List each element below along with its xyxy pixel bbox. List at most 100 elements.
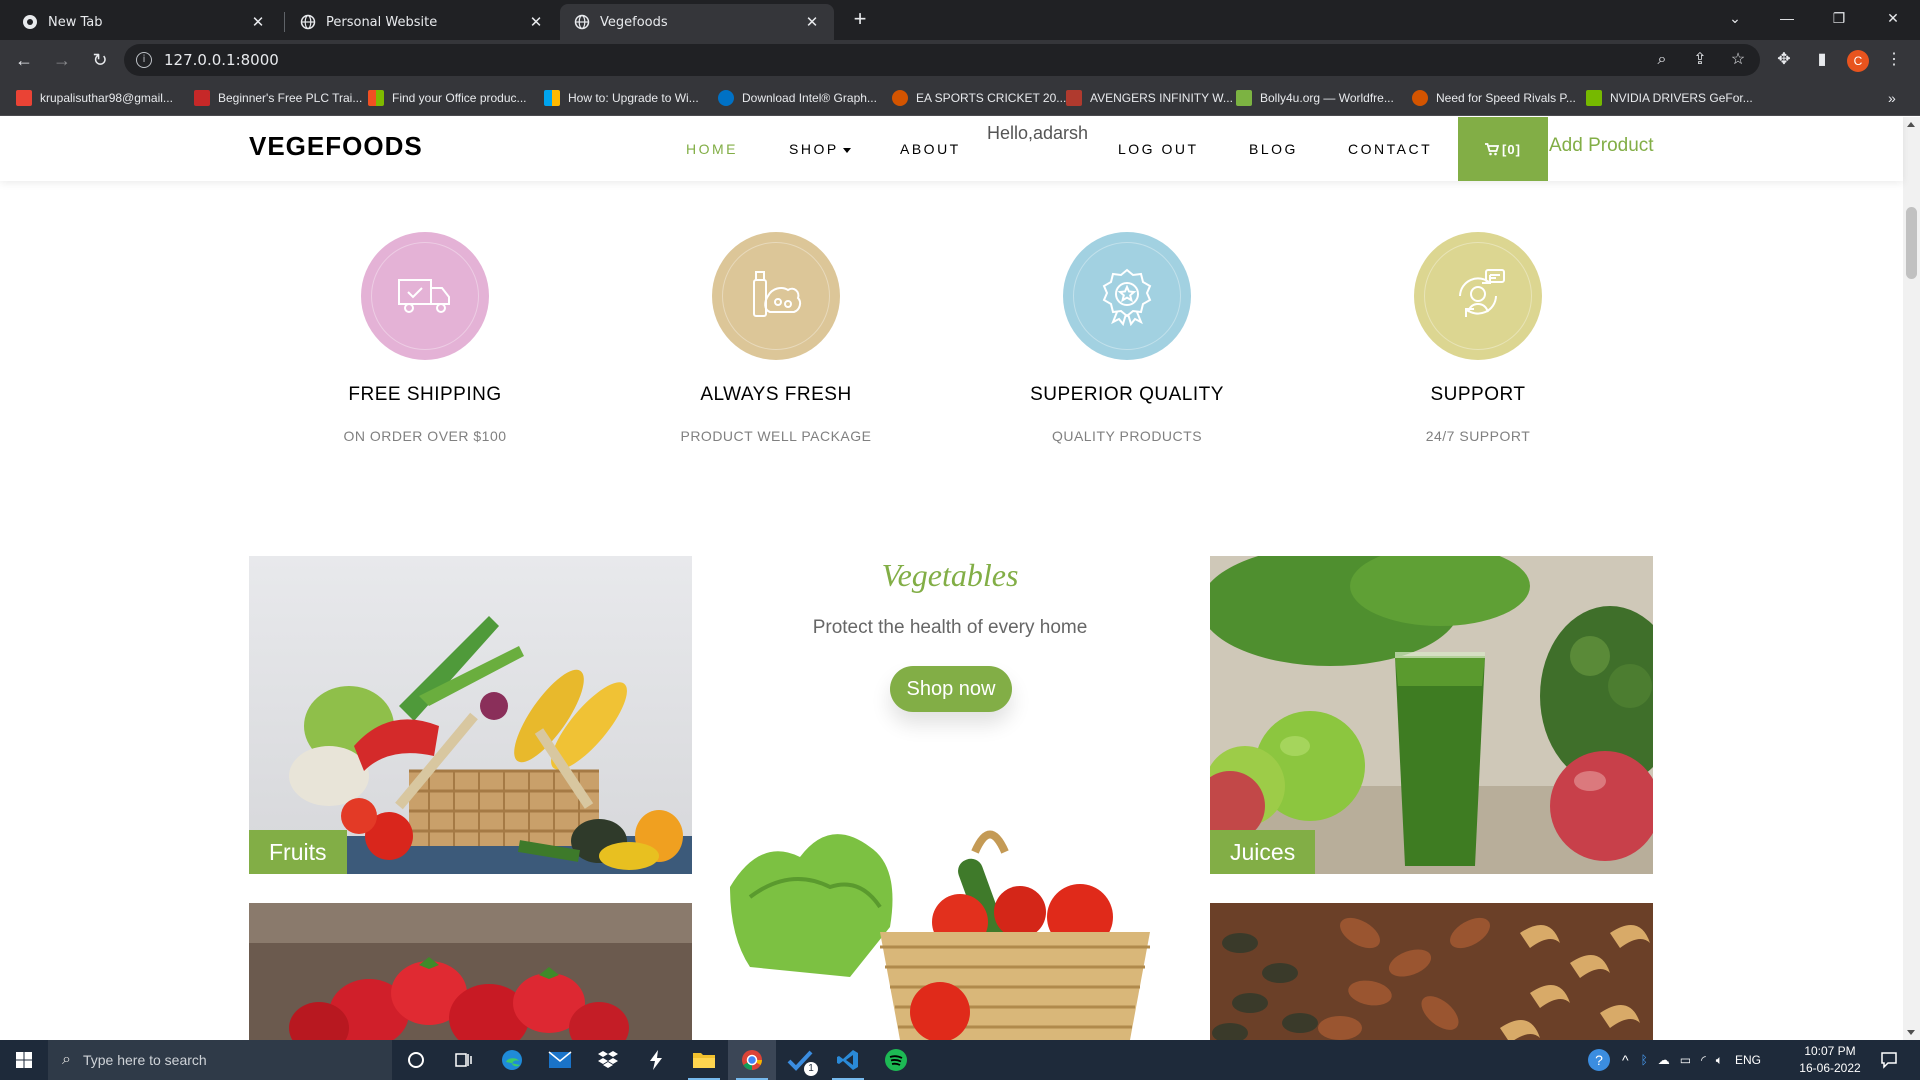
speech-bubble-icon <box>1881 1052 1897 1069</box>
close-icon[interactable]: ✕ <box>250 13 266 31</box>
windows-start-button[interactable] <box>0 1040 48 1080</box>
kebab-menu-icon[interactable]: ⋮ <box>1882 48 1906 72</box>
add-product-link[interactable]: Add Product <box>1549 135 1654 157</box>
notifications-icon[interactable] <box>1880 1040 1898 1080</box>
scroll-down-icon[interactable] <box>1907 1030 1915 1035</box>
tab-title: Vegefoods <box>600 14 668 30</box>
spotify-icon[interactable] <box>872 1040 920 1080</box>
bookmark-office[interactable]: Find your Office produc... <box>368 88 527 108</box>
nav-home[interactable]: HOME <box>686 141 738 157</box>
zoom-icon[interactable]: ⌕ <box>1652 50 1672 70</box>
url-text[interactable]: 127.0.0.1:8000 <box>164 51 279 69</box>
service-icon-circle <box>1414 232 1542 360</box>
service-icon-circle <box>712 232 840 360</box>
bookmark-plc[interactable]: Beginner's Free PLC Trai... <box>194 88 362 108</box>
extensions-puzzle-icon[interactable]: ✥ <box>1772 48 1796 72</box>
shop-now-button[interactable]: Shop now <box>890 666 1012 712</box>
dropbox-logo-icon <box>598 1051 618 1068</box>
bookmark-favicon-icon <box>1066 90 1082 106</box>
task-view-icon[interactable] <box>440 1040 488 1080</box>
scroll-up-icon[interactable] <box>1907 122 1915 127</box>
feature-title: Vegetables <box>881 557 1019 593</box>
todo-icon[interactable]: 1 <box>776 1040 824 1080</box>
reload-icon[interactable]: ↻ <box>88 48 112 72</box>
bookmark-star-icon[interactable]: ☆ <box>1728 50 1748 70</box>
nav-logout[interactable]: LOG OUT <box>1118 141 1199 157</box>
back-arrow-icon[interactable]: ← <box>12 48 36 72</box>
help-icon[interactable]: ? <box>1588 1049 1610 1071</box>
bookmark-favicon-icon <box>194 90 210 106</box>
forward-arrow-icon[interactable]: → <box>50 48 74 72</box>
close-window-button[interactable]: ✕ <box>1870 0 1916 36</box>
nav-contact[interactable]: CONTACT <box>1348 141 1432 157</box>
battery-icon[interactable]: ▭ <box>1680 1053 1691 1067</box>
windows-taskbar: ⌕ Type here to search 1 ? ^ ᛒ ☁ ▭ ◜ 🔈︎ E… <box>0 1040 1920 1080</box>
bookmark-intel[interactable]: Download Intel® Graph... <box>718 88 877 108</box>
cortana-icon[interactable] <box>392 1040 440 1080</box>
file-explorer-icon[interactable] <box>680 1040 728 1080</box>
close-icon[interactable]: ✕ <box>804 13 820 31</box>
volume-icon[interactable]: 🔈︎ <box>1716 1053 1723 1068</box>
site-info-icon[interactable]: i <box>136 52 152 68</box>
nav-blog[interactable]: BLOG <box>1249 141 1298 157</box>
cloud-icon[interactable]: ☁ <box>1658 1053 1670 1067</box>
tab-personal-website[interactable]: Personal Website ✕ <box>286 4 558 40</box>
share-icon[interactable]: ⇪ <box>1690 50 1710 70</box>
taskbar-search[interactable]: ⌕ Type here to search <box>48 1040 392 1080</box>
bookmark-cricket[interactable]: EA SPORTS CRICKET 20... <box>892 88 1066 108</box>
category-label-fruits[interactable]: Fruits <box>249 830 347 874</box>
nav-about[interactable]: ABOUT <box>900 141 961 157</box>
side-panel-icon[interactable]: ▮ <box>1810 48 1834 72</box>
bookmark-label: Beginner's Free PLC Trai... <box>218 91 363 105</box>
greeting-text: Hello,adarsh <box>987 123 1089 143</box>
gmail-icon <box>16 90 32 106</box>
bookmark-upgrade[interactable]: How to: Upgrade to Wi... <box>544 88 699 108</box>
new-tab-button[interactable]: + <box>848 8 872 32</box>
restore-button[interactable]: ❐ <box>1816 0 1862 36</box>
chevron-up-icon[interactable]: ^ <box>1622 1052 1629 1068</box>
nav-shop-label: SHOP <box>789 141 839 157</box>
category-vegetables-card[interactable] <box>730 797 1170 1040</box>
category-nuts-card[interactable] <box>1210 903 1653 1040</box>
tab-vegefoods[interactable]: Vegefoods ✕ <box>560 4 834 40</box>
page-scrollbar[interactable] <box>1903 117 1920 1040</box>
bookmark-label: AVENGERS INFINITY W... <box>1090 91 1233 105</box>
language-indicator[interactable]: ENG <box>1735 1053 1761 1067</box>
category-fruits-card[interactable]: Fruits <box>249 556 692 874</box>
search-icon: ⌕ <box>62 1051 71 1068</box>
chrome-taskbar-icon[interactable] <box>728 1040 776 1080</box>
close-icon[interactable]: ✕ <box>528 13 544 31</box>
tab-separator <box>284 12 285 32</box>
edge-icon[interactable] <box>488 1040 536 1080</box>
vscode-icon[interactable] <box>824 1040 872 1080</box>
category-label-juices[interactable]: Juices <box>1210 830 1316 874</box>
bookmark-nvidia[interactable]: NVIDIA DRIVERS GeFor... <box>1586 88 1753 108</box>
site-logo[interactable]: VEGEFOODS <box>249 131 423 162</box>
address-bar[interactable]: i 127.0.0.1:8000 ⌕ ⇪ ☆ <box>124 44 1760 76</box>
produce-bag-icon <box>753 271 802 317</box>
nav-shop[interactable]: SHOP <box>789 141 851 157</box>
category-juices-card[interactable]: Juices <box>1210 556 1653 874</box>
wifi-icon[interactable]: ◜ <box>1701 1053 1706 1067</box>
category-strawberries-card[interactable] <box>249 903 692 1040</box>
scrollbar-thumb[interactable] <box>1906 207 1917 279</box>
truck-icon <box>398 279 450 313</box>
bookmarks-overflow-button[interactable]: » <box>1888 88 1896 108</box>
taskbar-clock[interactable]: 10:07 PM 16-06-2022 <box>1794 1043 1866 1077</box>
lightning-app-icon[interactable] <box>632 1040 680 1080</box>
mail-icon[interactable] <box>536 1040 584 1080</box>
system-tray: ? ^ ᛒ ☁ ▭ ◜ 🔈︎ ENG <box>1588 1040 1761 1080</box>
bookmark-gmail[interactable]: krupalisuthar98@gmail... <box>16 88 173 108</box>
bookmark-avengers[interactable]: AVENGERS INFINITY W... <box>1066 88 1233 108</box>
tab-new-tab[interactable]: New Tab ✕ <box>8 4 280 40</box>
tab-search-chevron-icon[interactable]: ⌄ <box>1712 0 1758 36</box>
bookmark-bolly4u[interactable]: Bolly4u.org — Worldfre... <box>1236 88 1394 108</box>
cart-button[interactable]: [0] <box>1458 117 1548 181</box>
dropbox-icon[interactable] <box>584 1040 632 1080</box>
minimize-button[interactable]: — <box>1764 0 1810 36</box>
service-subtitle: PRODUCT WELL PACKAGE <box>680 428 872 444</box>
bookmark-nfs[interactable]: Need for Speed Rivals P... <box>1412 88 1576 108</box>
vegetable-basket-image <box>730 797 1170 1040</box>
profile-avatar[interactable]: C <box>1847 50 1869 72</box>
bluetooth-icon[interactable]: ᛒ <box>1641 1053 1648 1067</box>
